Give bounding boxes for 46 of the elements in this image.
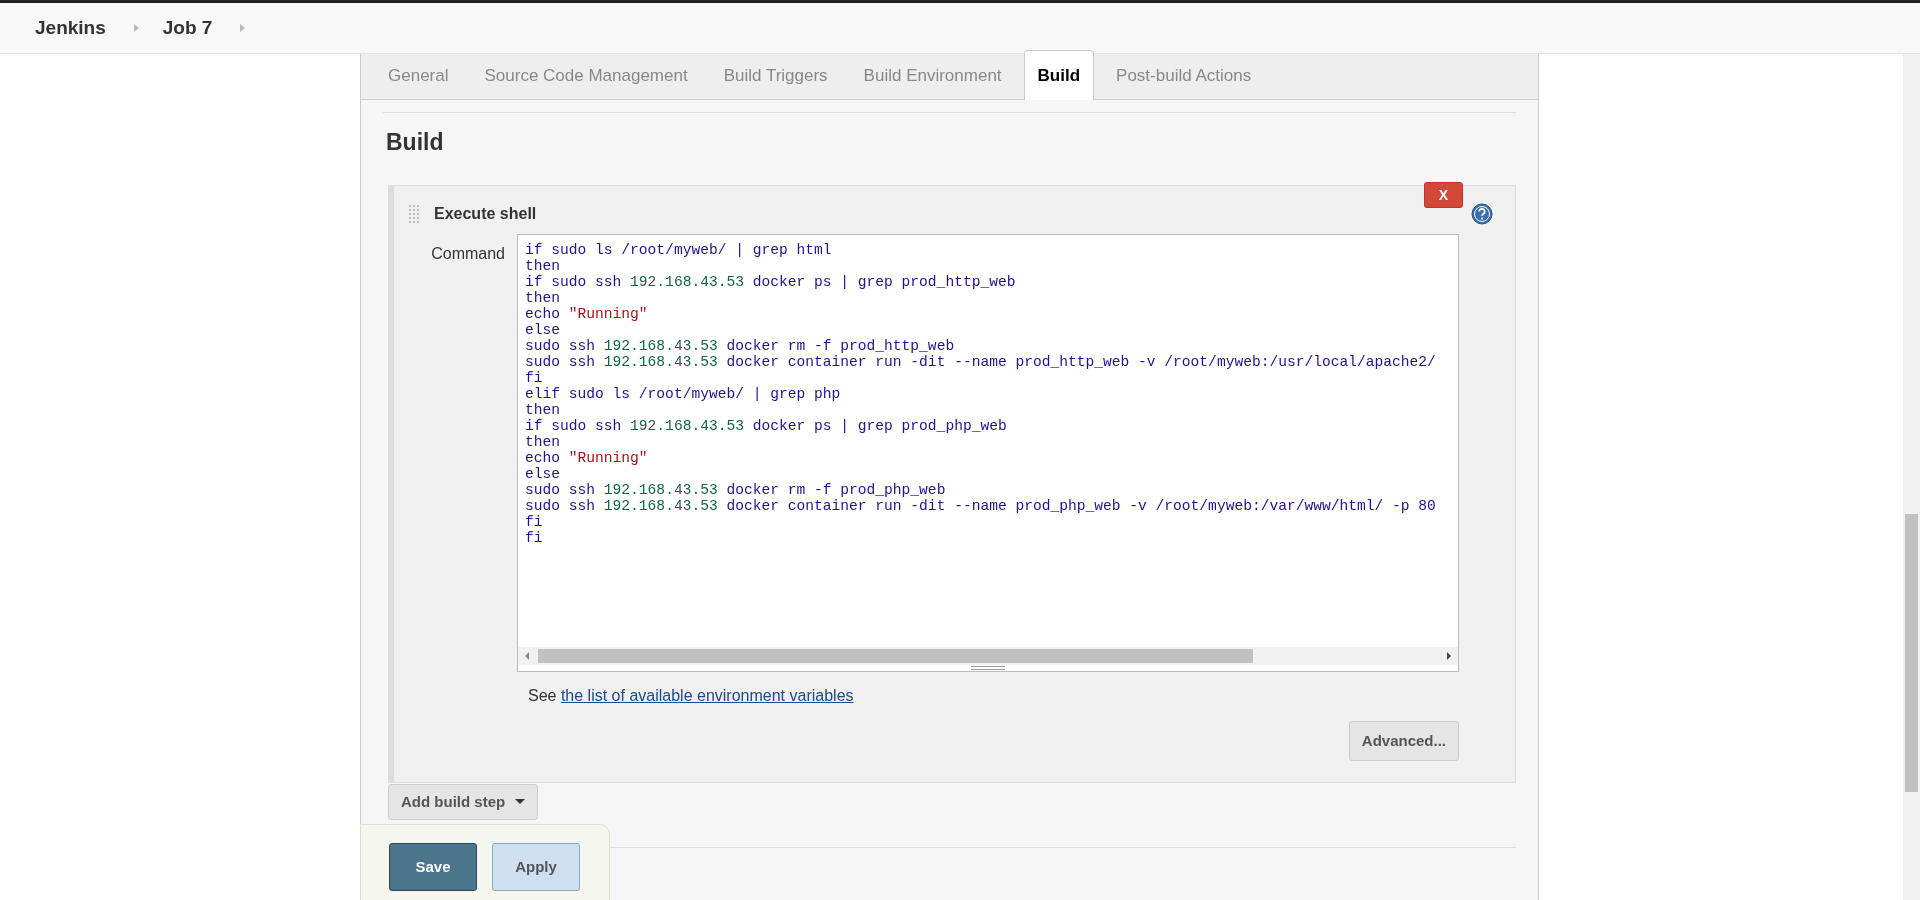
tab[interactable]: Post-build Actions	[1102, 49, 1266, 99]
breadcrumb-link[interactable]: Job 7	[162, 13, 213, 43]
code-line: sudo ssh 192.168.43.53 docker container run -dit --name prod_php_web -v /root/myweb:/var/www/html/ -p 80	[525, 497, 1436, 514]
help-sentence: See the list of available environment variables	[528, 685, 855, 706]
tab[interactable]: Build	[1023, 49, 1095, 100]
code-line: fi	[525, 513, 543, 530]
code-line: if sudo ls /root/myweb/ | grep html	[525, 241, 832, 258]
code-line: echo "Running"	[525, 305, 648, 322]
tab[interactable]: Build Environment	[849, 49, 1016, 99]
caret-icon	[515, 799, 526, 805]
code-line: fi	[525, 369, 543, 386]
code-line: else	[525, 465, 561, 482]
help-icon[interactable]	[1471, 202, 1493, 225]
breadcrumb-arrow-icon[interactable]	[240, 24, 246, 32]
environment-variables-link[interactable]: the list of available environment variables	[560, 686, 854, 704]
advanced-button[interactable]: Advanced...	[1348, 720, 1459, 761]
tab[interactable]: General	[374, 49, 463, 99]
code-line: elif sudo ls /root/myweb/ | grep php	[525, 385, 841, 402]
tab[interactable]: Build Triggers	[709, 49, 842, 99]
code-line: sudo ssh 192.168.43.53 docker rm -f prod_php_web	[525, 481, 946, 498]
code-line: else	[525, 321, 561, 338]
delete-button[interactable]: X	[1423, 181, 1463, 208]
code-line: sudo ssh 192.168.43.53 docker container run -dit --name prod_http_web -v /root/myweb:/usr/local/apache2/	[525, 353, 1436, 370]
code-line: then	[525, 257, 561, 274]
scroll-right-icon[interactable]	[1445, 650, 1453, 661]
code-line: fi	[525, 529, 543, 546]
resize-grip-icon[interactable]	[971, 665, 1005, 670]
code-line: then	[525, 433, 561, 450]
code-line: if sudo ssh 192.168.43.53 docker ps | grep prod_php_web	[525, 417, 1007, 434]
apply-button[interactable]: Apply	[492, 843, 580, 891]
code-line: sudo ssh 192.168.43.53 docker rm -f prod_http_web	[525, 337, 955, 354]
scroll-left-icon[interactable]	[523, 650, 531, 661]
save-button[interactable]: Save	[389, 843, 477, 891]
breadcrumb-arrow-icon[interactable]	[133, 24, 139, 32]
command-editor[interactable]	[517, 233, 1459, 672]
code-line: echo "Running"	[525, 449, 648, 466]
add-build-step-button[interactable]: Add build step	[388, 783, 539, 820]
section-heading: Build	[386, 128, 445, 157]
field-label: Command	[430, 243, 506, 264]
drag-handle-icon[interactable]	[408, 203, 422, 224]
breadcrumb-link[interactable]: Jenkins	[35, 13, 106, 43]
code-line: then	[525, 401, 561, 418]
step-title: Execute shell	[434, 203, 537, 224]
code-line: then	[525, 289, 561, 306]
code-line: if sudo ssh 192.168.43.53 docker ps | grep prod_http_web	[525, 273, 1016, 290]
tab[interactable]: Source Code Management	[470, 49, 702, 99]
